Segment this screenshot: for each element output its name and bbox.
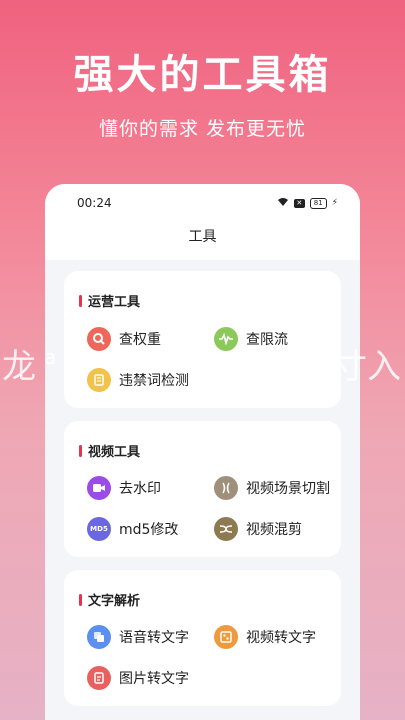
weight-search-icon xyxy=(87,327,111,351)
video-mix-icon xyxy=(214,517,238,541)
no-sim-icon: ✕ xyxy=(293,198,305,208)
section-header: 视频工具 xyxy=(79,441,140,460)
section-accent-bar xyxy=(79,444,82,457)
tool-banned-word-check[interactable]: 违禁词检测 xyxy=(87,368,189,392)
hero-title: 强大的工具箱 xyxy=(73,52,332,98)
image-to-text-icon xyxy=(87,666,111,690)
md5-icon: MD5 xyxy=(87,517,111,541)
section-accent-bar xyxy=(79,593,82,606)
battery-icon: 81 xyxy=(309,197,327,209)
speech-to-text-icon xyxy=(87,625,111,649)
tool-label: 查限流 xyxy=(246,332,288,348)
section-title: 运营工具 xyxy=(88,295,141,310)
section-text-parsing: 文字解析 语音转文字 视频转文字 图片转文字 xyxy=(64,570,341,706)
tool-label: 语音转文字 xyxy=(119,630,189,646)
status-bar: 00:24 ✕ 81 ⚡ xyxy=(45,184,360,222)
tool-label: 视频混剪 xyxy=(246,522,302,538)
section-accent-bar xyxy=(79,294,82,307)
section-video-tools: 视频工具 去水印 视频场景切割 MD5 md5修改 视频混剪 xyxy=(64,421,341,557)
hero-subtitle: 懂你的需求 发布更无忧 xyxy=(98,118,307,140)
section-header: 文字解析 xyxy=(79,590,140,609)
tool-video-mix[interactable]: 视频混剪 xyxy=(214,517,302,541)
tool-image-to-text[interactable]: 图片转文字 xyxy=(87,666,189,690)
section-header: 运营工具 xyxy=(79,291,140,310)
tool-md5-modify[interactable]: MD5 md5修改 xyxy=(87,517,178,541)
tool-label: 去水印 xyxy=(119,481,161,497)
tool-label: 视频转文字 xyxy=(246,630,316,646)
tool-label: 查权重 xyxy=(119,332,161,348)
tool-remove-watermark[interactable]: 去水印 xyxy=(87,476,161,500)
tool-check-weight[interactable]: 查权重 xyxy=(87,327,161,351)
charging-icon: ⚡ xyxy=(331,198,338,208)
tool-scene-cut[interactable]: 视频场景切割 xyxy=(214,476,330,500)
flow-limit-icon xyxy=(214,327,238,351)
tool-video-to-text[interactable]: 视频转文字 xyxy=(214,625,316,649)
video-to-text-icon xyxy=(214,625,238,649)
tool-label: 图片转文字 xyxy=(119,671,189,687)
section-title: 视频工具 xyxy=(88,445,141,460)
section-operations: 运营工具 查权重 查限流 违禁词检测 xyxy=(64,271,341,408)
scene-cut-icon xyxy=(214,476,238,500)
status-time: 00:24 xyxy=(77,196,112,210)
phone-screen: 00:24 ✕ 81 ⚡ 工具 运营工具 查权重 查限流 违禁词检测 视频工具 … xyxy=(45,184,360,720)
tool-speech-to-text[interactable]: 语音转文字 xyxy=(87,625,189,649)
wifi-icon xyxy=(277,197,289,210)
status-icons: ✕ 81 ⚡ xyxy=(277,197,338,210)
nav-title: 工具 xyxy=(45,222,360,260)
section-title: 文字解析 xyxy=(88,594,141,609)
tool-check-flow-limit[interactable]: 查限流 xyxy=(214,327,288,351)
watermark-text-left: 龙 xyxy=(2,347,36,387)
banned-word-icon xyxy=(87,368,111,392)
remove-watermark-icon xyxy=(87,476,111,500)
tool-label: 违禁词检测 xyxy=(119,373,189,389)
tool-label: 视频场景切割 xyxy=(246,481,330,497)
tool-label: md5修改 xyxy=(119,522,179,538)
